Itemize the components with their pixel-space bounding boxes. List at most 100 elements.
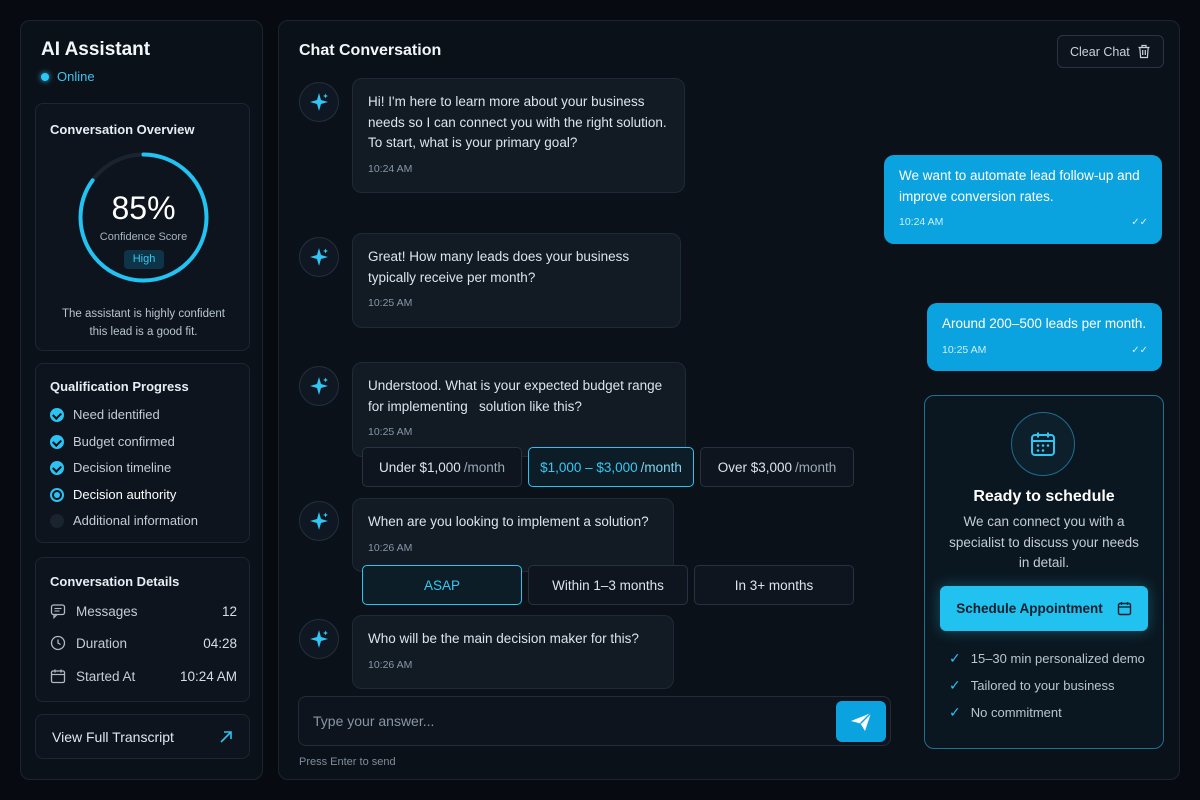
check-circle-icon [50,407,64,422]
overview-description: The assistant is highly confident this l… [61,308,225,338]
progress-item: Need identified [50,407,160,422]
option-unit: /month [640,459,682,475]
message-time: 10:25 AM [942,343,987,356]
clock-icon [50,635,66,651]
send-hint: Press Enter to send [299,756,396,768]
message-text: When are you looking to implement a solu… [368,514,649,529]
option-label: Over $3,000 [717,459,792,475]
option-unit: /month [795,459,837,475]
option-label: Under $1,000 [378,459,461,475]
clear-chat-label: Clear Chat [1070,44,1130,59]
budget-options: Under $1,000/month $1,000 – $3,000/month… [362,447,854,487]
option-label: In 3+ months [734,577,814,593]
message-text: Great! How many leads does your business… [368,249,630,285]
overview-title: Conversation Overview [50,122,195,137]
message-text: Hi! I'm here to learn more about your bu… [368,94,667,150]
progress-item-current: Decision authority [50,487,176,502]
answer-input-container [298,696,891,746]
chat-panel: Chat Conversation Clear Chat Hi! I'm her… [278,20,1180,780]
timeline-option-asap[interactable]: ASAP [362,565,522,605]
view-transcript-label: View Full Transcript [52,728,174,745]
timeline-option-3-plus-months[interactable]: In 3+ months [694,565,854,605]
arrow-up-right-icon [220,730,232,743]
detail-label: Messages [76,603,138,619]
status-indicator: Online [41,69,95,84]
online-dot-icon [41,72,49,81]
detail-value: 12 [221,603,237,619]
sidebar: AI Assistant Online Conversation Overvie… [20,20,263,780]
perk-item: ✓ 15–30 min personalized demo [949,650,1145,667]
message-text: Around 200–500 leads per month. [942,316,1147,331]
message-text: Understood. What is your expected budget… [368,378,666,414]
calendar-icon [1117,602,1131,616]
detail-value: 10:24 AM [179,668,237,684]
bot-message: When are you looking to implement a solu… [352,498,674,572]
option-unit: /month [463,459,506,475]
status-label: Online [57,69,95,84]
trash-icon [1138,44,1150,59]
progress-item-label: Decision authority [73,487,177,502]
progress-title: Qualification Progress [50,379,189,394]
detail-row-messages: Messages 12 [50,603,237,619]
radio-current-icon [50,487,64,502]
message-time: 10:26 AM [368,658,413,671]
schedule-button-label: Schedule Appointment [956,601,1103,616]
conversation-overview-card: Conversation Overview 85% Confidence Sco… [35,103,250,351]
perk-item: ✓ Tailored to your business [949,677,1115,694]
calendar-icon [50,669,66,684]
confidence-badge: High [124,250,164,269]
message-icon [50,604,66,619]
pending-circle-icon [50,513,64,528]
perk-label: 15–30 min personalized demo [970,651,1145,666]
view-transcript-button[interactable]: View Full Transcript [35,714,250,759]
check-icon: ✓ [949,650,961,666]
schedule-title: Ready to schedule [973,488,1115,505]
sparkle-icon [310,630,328,648]
read-receipt-icon: ✓✓ [1131,344,1148,356]
answer-input[interactable] [313,697,823,745]
message-time: 10:26 AM [368,541,413,554]
detail-row-started: Started At 10:24 AM [50,668,237,684]
clear-chat-button[interactable]: Clear Chat [1057,35,1164,68]
app-title: AI Assistant [41,39,151,60]
progress-item-pending: Additional information [50,513,198,528]
message-time: 10:25 AM [368,426,413,438]
sparkle-icon [310,377,328,395]
message-text: Who will be the main decision maker for … [368,631,639,646]
check-circle-icon [50,434,64,449]
schedule-appointment-button[interactable]: Schedule Appointment [940,586,1148,631]
perk-label: No commitment [970,705,1062,720]
confidence-percentage: 85% [111,190,176,226]
schedule-icon-wrapper [1011,412,1075,476]
detail-label: Duration [76,635,128,651]
detail-value: 04:28 [203,635,237,651]
option-label: ASAP [423,577,461,593]
bot-message: Great! How many leads does your business… [352,233,681,328]
bot-avatar [299,619,339,659]
timeline-options: ASAP Within 1–3 months In 3+ months [362,565,854,605]
conversation-details-card: Conversation Details Messages 12 Duratio… [35,557,250,702]
budget-option-under-1000[interactable]: Under $1,000/month [362,447,522,487]
progress-item: Decision timeline [50,460,171,475]
send-button[interactable] [836,701,886,742]
details-title: Conversation Details [50,574,180,589]
detail-row-duration: Duration 04:28 [50,635,237,651]
timeline-option-1-3-months[interactable]: Within 1–3 months [528,565,688,605]
progress-item: Budget confirmed [50,434,175,449]
check-icon: ✓ [949,677,961,693]
budget-option-over-3000[interactable]: Over $3,000/month [700,447,854,487]
message-time: 10:25 AM [368,297,413,309]
read-receipt-icon: ✓✓ [1131,217,1148,228]
schedule-description: We can connect you with a specialist to … [949,514,1139,570]
message-time: 10:24 AM [368,162,413,175]
bot-avatar [299,366,339,406]
progress-item-label: Additional information [73,513,199,528]
send-icon [851,712,872,731]
schedule-card: Ready to schedule We can connect you wit… [924,395,1164,749]
user-message: We want to automate lead follow-up and i… [884,155,1162,244]
bot-message: Who will be the main decision maker for … [352,615,674,689]
perk-label: Tailored to your business [970,678,1115,693]
calendar-icon [1031,432,1055,456]
budget-option-1000-3000[interactable]: $1,000 – $3,000/month [528,447,694,487]
confidence-label: Confidence Score [99,231,188,243]
